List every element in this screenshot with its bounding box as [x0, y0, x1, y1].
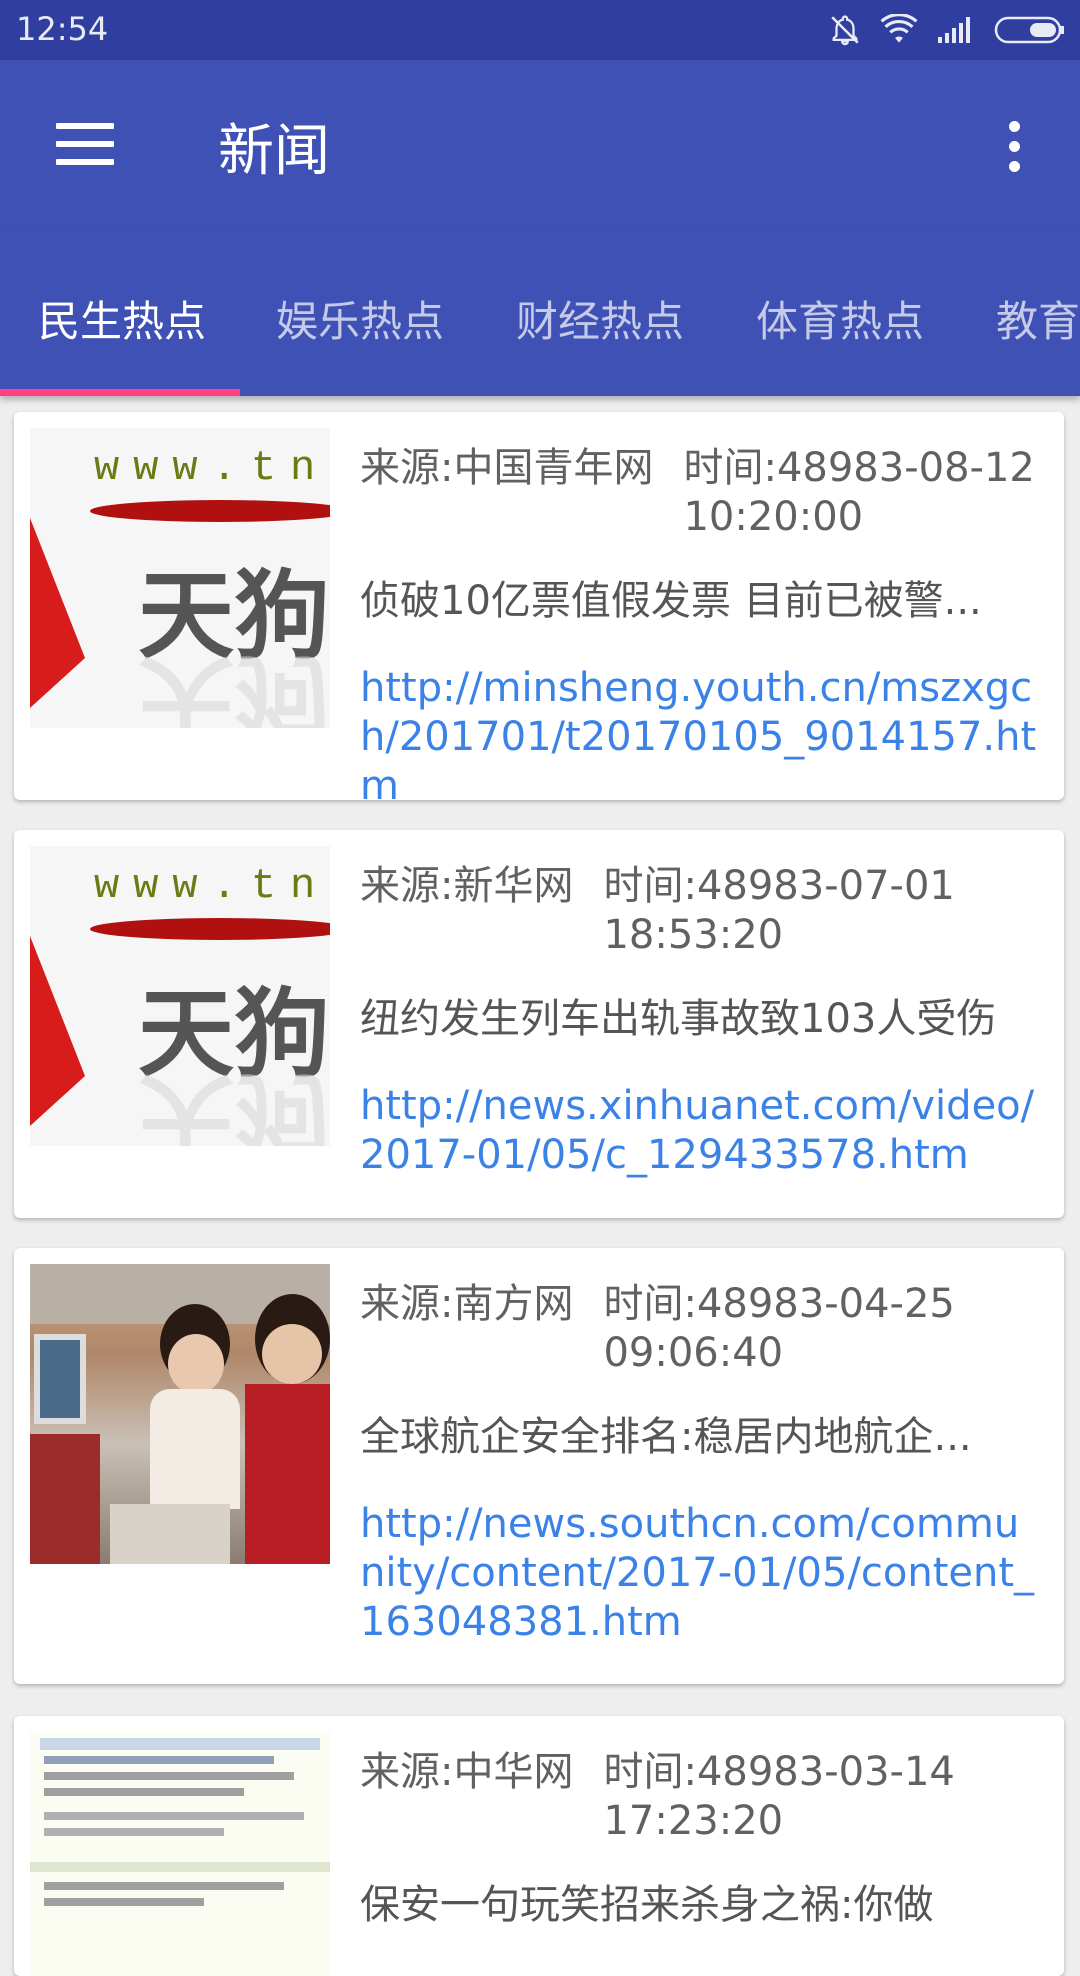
logo-text-top: www.tn	[94, 444, 330, 492]
tab-bar: 民生热点 娱乐热点 财经热点 体育热点 教育	[0, 228, 1080, 396]
notifications-off-icon	[831, 15, 859, 46]
menu-icon[interactable]	[40, 112, 128, 176]
news-time: 时间:48983-04-25 09:06:40	[603, 1281, 955, 1376]
news-time: 时间:48983-07-01 18:53:20	[603, 863, 955, 958]
news-headline: 纽约发生列车出轨事故致103人受伤	[360, 996, 997, 1042]
news-card[interactable]: www.tn 天狗 天狗 来源:新华网 时间:48983-07-01 18:53…	[14, 830, 1064, 1218]
wifi-icon	[880, 14, 918, 43]
tab-tiyu[interactable]: 体育热点	[756, 288, 924, 349]
tab-caijing[interactable]: 财经热点	[516, 288, 684, 349]
tab-indicator	[0, 389, 240, 396]
news-time: 时间:48983-03-14 17:23:20	[603, 1749, 955, 1844]
news-card[interactable]: 来源:南方网 时间:48983-04-25 09:06:40 全球航企安全排名:…	[14, 1248, 1064, 1684]
news-thumbnail: www.tn 天狗 天狗	[30, 428, 330, 728]
status-bar: 12:54	[0, 0, 1080, 60]
signal-icon	[938, 17, 970, 43]
news-source: 来源:中华网	[360, 1749, 574, 1795]
news-headline: 保安一句玩笑招来杀身之祸:你做	[360, 1882, 934, 1928]
news-source: 来源:新华网	[360, 863, 574, 909]
news-thumbnail	[30, 1264, 330, 1564]
logo-text-top: www.tn	[94, 862, 330, 910]
page-title: 新闻	[218, 119, 330, 184]
more-options-icon[interactable]	[990, 116, 1038, 176]
news-card[interactable]: www.tn 天狗 天狗 来源:中国青年网 时间:48983-08-12 10:…	[14, 412, 1064, 800]
logo-reflection: 天狗	[138, 1061, 330, 1146]
status-time: 12:54	[16, 10, 109, 48]
app-bar: 新闻	[0, 60, 1080, 228]
news-link[interactable]: http://news.southcn.com/community/conten…	[360, 1500, 1044, 1647]
news-card[interactable]: 来源:中华网 时间:48983-03-14 17:23:20 保安一句玩笑招来杀…	[14, 1716, 1064, 1976]
news-source: 来源:中国青年网	[360, 445, 654, 491]
status-icons	[828, 12, 1066, 48]
tab-jiaoyu[interactable]: 教育	[996, 288, 1080, 349]
news-headline: 侦破10亿票值假发票 目前已被警...	[360, 578, 982, 624]
news-headline: 全球航企安全排名:稳居内地航企...	[360, 1414, 972, 1460]
news-link[interactable]: http://minsheng.youth.cn/mszxgch/201701/…	[360, 664, 1044, 800]
tab-yule[interactable]: 娱乐热点	[276, 288, 444, 349]
logo-reflection: 天狗	[138, 643, 330, 728]
news-thumbnail	[30, 1732, 330, 1976]
battery-icon	[994, 16, 1064, 44]
news-thumbnail: www.tn 天狗 天狗	[30, 846, 330, 1146]
news-source: 来源:南方网	[360, 1281, 574, 1327]
news-time: 时间:48983-08-12 10:20:00	[683, 445, 1035, 540]
tab-minsheng[interactable]: 民生热点	[38, 288, 206, 349]
news-link[interactable]: http://news.xinhuanet.com/video/2017-01/…	[360, 1082, 1044, 1180]
